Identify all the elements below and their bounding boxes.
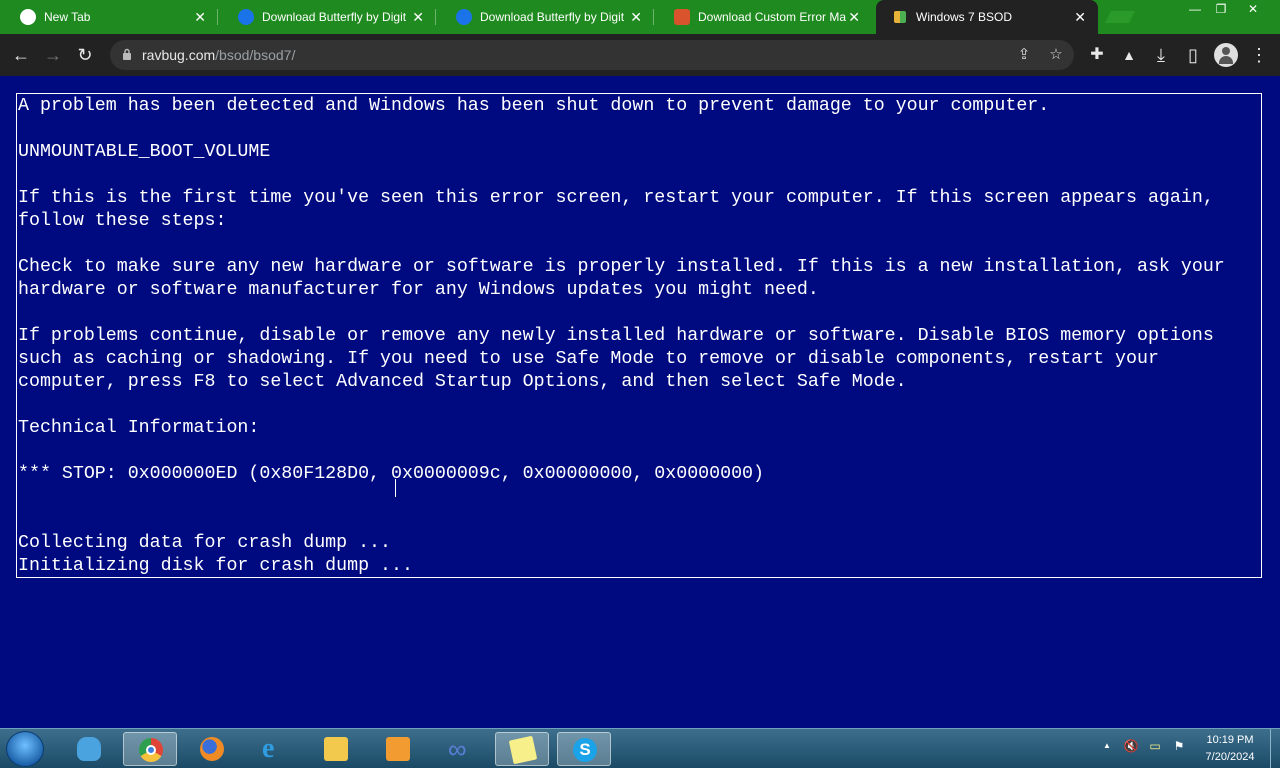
- bsod-line: Check to make sure any new hardware or s…: [18, 257, 1225, 277]
- butterfly-site-icon: [238, 9, 254, 25]
- sticky-tray-icon[interactable]: ▭: [1146, 737, 1164, 755]
- tab-title: Download Butterfly by Digit: [480, 10, 625, 24]
- taskbar-item-skype[interactable]: S: [557, 732, 611, 766]
- tab-windows-7-bsod[interactable]: Windows 7 BSOD ✕: [876, 0, 1098, 34]
- tab-butterfly-2[interactable]: Download Butterfly by Digit ✕: [436, 0, 654, 34]
- bookmark-star-icon[interactable]: ☆: [1046, 45, 1066, 65]
- page-content: A problem has been detected and Windows …: [0, 76, 1280, 728]
- bsod-line: computer, press F8 to select Advanced St…: [18, 372, 907, 392]
- bsod-line: A problem has been detected and Windows …: [18, 96, 1050, 116]
- url-path: /bsod/bsod7/: [215, 47, 296, 63]
- volume-muted-icon[interactable]: 🔇: [1122, 737, 1140, 755]
- close-tab-icon[interactable]: ✕: [848, 0, 860, 34]
- tab-new-tab[interactable]: New Tab ✕: [0, 0, 218, 34]
- forward-button[interactable]: →: [40, 42, 66, 68]
- address-bar[interactable]: ravbug.com/bsod/bsod7/ ⇪ ☆: [110, 40, 1074, 70]
- taskbar-item-ie[interactable]: e: [247, 732, 301, 766]
- bsod-line: UNMOUNTABLE_BOOT_VOLUME: [18, 142, 271, 162]
- bsod-line: follow these steps:: [18, 211, 227, 231]
- back-button[interactable]: ←: [8, 42, 34, 68]
- menu-kebab-icon[interactable]: ⋮: [1246, 42, 1272, 68]
- browser-toolbar: ← → ↻ ravbug.com/bsod/bsod7/ ⇪ ☆ ✚ ▲ ⤓ ▯…: [0, 34, 1280, 76]
- bsod-line: such as caching or shadowing. If you nee…: [18, 349, 1159, 369]
- butterfly-site-icon: [456, 9, 472, 25]
- new-tab-button[interactable]: [1105, 11, 1135, 23]
- media-player-icon: [386, 737, 410, 761]
- tab-title: New Tab: [44, 10, 91, 24]
- firefox-icon: [200, 737, 224, 761]
- show-desktop-button[interactable]: [1270, 729, 1280, 768]
- share-icon[interactable]: ⇪: [1014, 45, 1034, 65]
- start-button[interactable]: [6, 731, 44, 767]
- windows-flag-icon: [894, 11, 906, 23]
- taskbar-item-firefox[interactable]: [185, 732, 239, 766]
- close-tab-icon[interactable]: ✕: [412, 0, 424, 34]
- restore-button[interactable]: ❐: [1206, 0, 1236, 18]
- sticky-notes-icon: [508, 735, 538, 765]
- tab-title: Download Butterfly by Digit: [262, 10, 407, 24]
- bsod-line: If problems continue, disable or remove …: [18, 326, 1214, 346]
- tab-title: Windows 7 BSOD: [916, 10, 1013, 24]
- close-tab-icon[interactable]: ✕: [1074, 0, 1086, 34]
- taskbar-item-chrome[interactable]: [123, 732, 177, 766]
- taskbar-item-infinity[interactable]: ∞: [433, 732, 487, 766]
- bsod-line: Technical Information:: [18, 418, 260, 438]
- bsod-line: Collecting data for crash dump ...: [18, 533, 391, 553]
- chrome-newtab-icon: [20, 9, 36, 25]
- url-host: ravbug.com: [142, 47, 216, 63]
- bsod-line: hardware or software manufacturer for an…: [18, 280, 819, 300]
- reload-button[interactable]: ↻: [72, 42, 98, 68]
- text-cursor-icon: [395, 479, 396, 497]
- file-explorer-icon: [324, 737, 348, 761]
- tab-strip: New Tab ✕ Download Butterfly by Digit ✕ …: [0, 0, 1280, 34]
- tab-title: Download Custom Error Ma: [698, 10, 846, 24]
- clock-date: 7/20/2024: [1205, 751, 1255, 763]
- show-hidden-icons-arrow-icon[interactable]: ▲: [1098, 737, 1116, 755]
- bsod-line: Initializing disk for crash dump ...: [18, 556, 413, 576]
- download-icon[interactable]: ⤓: [1148, 42, 1174, 68]
- clock-time: 10:19 PM: [1206, 734, 1254, 746]
- taskbar-item-sticky-notes[interactable]: [495, 732, 549, 766]
- tab-custom-error[interactable]: Download Custom Error Ma ✕: [654, 0, 872, 34]
- windows-live-messenger-icon: [77, 737, 101, 761]
- system-clock[interactable]: 10:19 PM 7/20/2024: [1196, 732, 1264, 766]
- lock-icon: [123, 48, 131, 60]
- bsod-stop-code: *** STOP: 0x000000ED (0x80F128D0, 0x0000…: [18, 464, 764, 484]
- bsod-line: If this is the first time you've seen th…: [18, 188, 1214, 208]
- close-tab-icon[interactable]: ✕: [630, 0, 642, 34]
- url-text: ravbug.com/bsod/bsod7/: [142, 40, 295, 70]
- action-center-flag-icon[interactable]: ⚑: [1170, 737, 1188, 755]
- profile-avatar-icon[interactable]: [1214, 43, 1238, 67]
- taskbar-item-explorer[interactable]: [309, 732, 363, 766]
- close-tab-icon[interactable]: ✕: [194, 0, 206, 34]
- infinity-app-icon: ∞: [448, 734, 467, 764]
- taskbar-item-media[interactable]: [371, 732, 425, 766]
- chrome-icon: [139, 738, 163, 762]
- taskbar-item-messenger[interactable]: [62, 732, 116, 766]
- tab-butterfly-1[interactable]: Download Butterfly by Digit ✕: [218, 0, 436, 34]
- bsod-panel: A problem has been detected and Windows …: [16, 93, 1262, 578]
- windows-taskbar: e ∞ S ▲ 🔇 ▭ ⚑ 10:19 PM 7/20/2024: [0, 728, 1280, 768]
- side-panel-icon[interactable]: ▯: [1180, 42, 1206, 68]
- labs-flask-icon[interactable]: ▲: [1116, 42, 1142, 68]
- extensions-icon[interactable]: ✚: [1084, 42, 1110, 68]
- skype-icon: S: [573, 738, 597, 762]
- store-site-icon: [674, 9, 690, 25]
- close-window-button[interactable]: ✕: [1238, 0, 1268, 18]
- internet-explorer-icon: e: [262, 733, 275, 764]
